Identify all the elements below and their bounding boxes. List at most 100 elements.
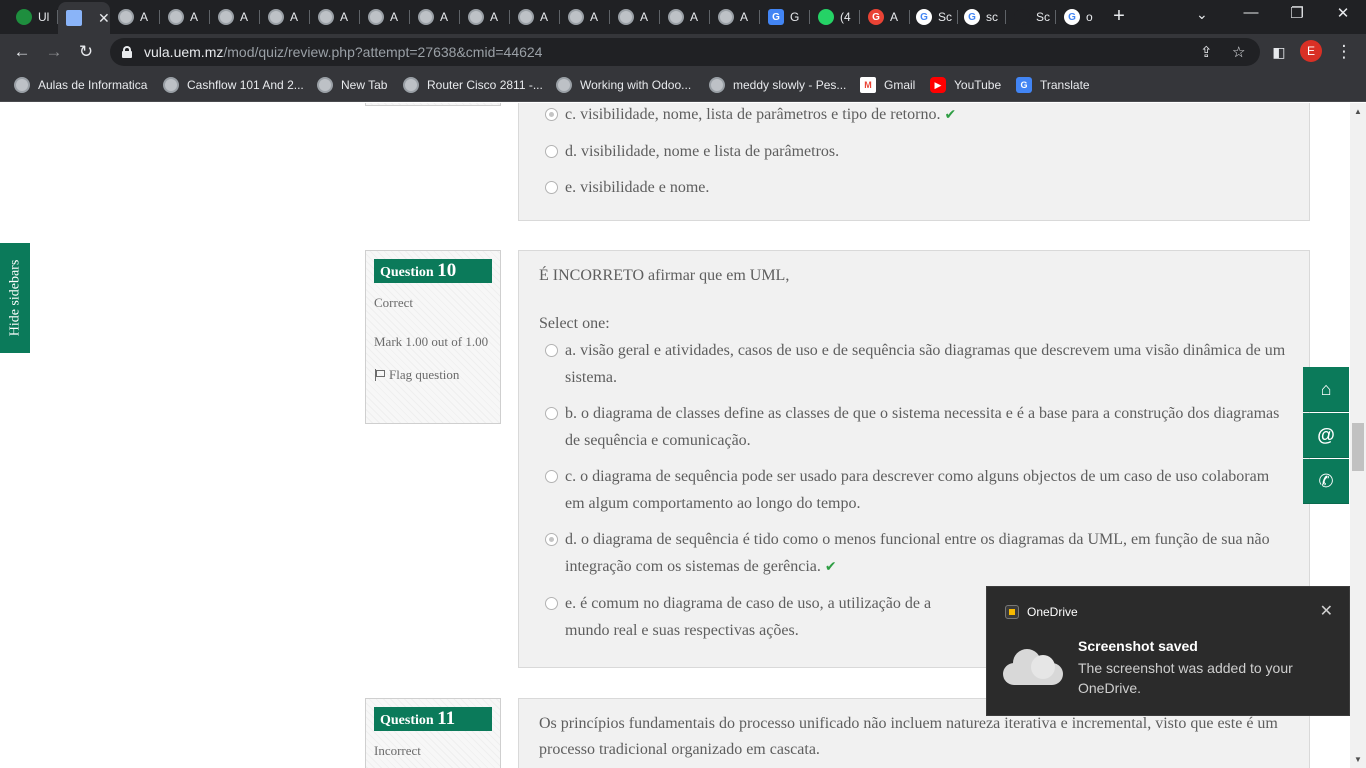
gmail-icon: M xyxy=(860,77,876,93)
browser-tab[interactable]: Go xyxy=(1056,4,1100,30)
bookmark-item[interactable]: Working with Odoo... xyxy=(556,77,691,93)
tab-title: Sc xyxy=(938,10,953,24)
menu-icon[interactable]: ⋮ xyxy=(1332,40,1356,64)
bookmark-item[interactable]: M Gmail xyxy=(860,77,915,93)
browser-tab[interactable]: A xyxy=(510,4,560,30)
scrollbar-thumb[interactable] xyxy=(1352,423,1364,471)
bookmark-item[interactable]: G Translate xyxy=(1016,77,1090,93)
flag-question-link[interactable]: Flag question xyxy=(374,367,492,383)
bookmark-star-icon[interactable]: ☆ xyxy=(1232,43,1245,61)
onedrive-notification[interactable]: OneDrive ✕ Screenshot saved The screensh… xyxy=(986,586,1350,716)
globe-icon xyxy=(718,9,734,25)
browser-tab[interactable]: A xyxy=(460,4,510,30)
browser-tab[interactable]: A xyxy=(660,4,710,30)
bookmark-label: YouTube xyxy=(954,78,1002,92)
globe-icon xyxy=(268,9,284,25)
globe-icon xyxy=(317,77,333,93)
bookmark-item[interactable]: Router Cisco 2811 -... xyxy=(403,77,543,93)
answer-option[interactable]: c. o diagrama de sequência pode ser usad… xyxy=(539,463,1289,517)
browser-tab[interactable]: A xyxy=(160,4,210,30)
radio[interactable] xyxy=(545,597,558,610)
bookmark-label: Gmail xyxy=(884,78,916,92)
scroll-down-icon[interactable]: ▼ xyxy=(1354,755,1362,764)
share-icon[interactable]: ⇪ xyxy=(1200,43,1213,61)
browser-tab[interactable]: A xyxy=(210,4,260,30)
close-icon[interactable]: ✕ xyxy=(1320,601,1333,621)
texture-icon xyxy=(66,10,82,26)
forward-icon[interactable]: → xyxy=(42,40,66,64)
globe-icon xyxy=(518,9,534,25)
browser-tab-active[interactable]: ✕ xyxy=(58,2,110,34)
hide-sidebars-button[interactable]: Hide sidebars xyxy=(0,243,30,353)
bookmark-label: Translate xyxy=(1040,78,1090,92)
browser-tab[interactable]: (4 xyxy=(810,4,860,30)
question-info: Question 11 Incorrect xyxy=(365,698,501,768)
browser-toolbar: ← → ↻ vula.uem.mz /mod/quiz/review.php?a… xyxy=(0,34,1366,70)
minimize-icon[interactable]: — xyxy=(1228,4,1274,21)
answer-option[interactable]: c. visibilidade, nome, lista de parâmetr… xyxy=(539,103,1289,129)
bookmark-item[interactable]: Cashflow 101 And 2... xyxy=(163,77,304,93)
radio-selected[interactable] xyxy=(545,533,558,546)
browser-tab[interactable]: Sc xyxy=(1006,4,1056,30)
home-button[interactable]: ⌂ xyxy=(1303,367,1349,412)
bookmark-item[interactable]: meddy slowly - Pes... xyxy=(709,77,846,93)
question-label: Question xyxy=(380,713,434,728)
tab-title: sc xyxy=(986,10,998,24)
tab-search-icon[interactable]: ⌄ xyxy=(1196,6,1208,23)
globe-icon xyxy=(318,9,334,25)
browser-tab[interactable]: A xyxy=(560,4,610,30)
new-tab-button[interactable]: + xyxy=(1108,5,1130,28)
browser-tab[interactable]: A xyxy=(110,4,160,30)
answer-text: b. o diagrama de classes define as class… xyxy=(565,405,1280,449)
question-label: Question xyxy=(380,265,434,280)
bookmark-item[interactable]: New Tab xyxy=(317,77,387,93)
answer-option[interactable]: e. visibilidade e nome. xyxy=(539,174,1289,201)
browser-tab[interactable]: Gsc xyxy=(956,4,1006,30)
restore-icon[interactable]: ❐ xyxy=(1274,4,1320,22)
side-panel-icon[interactable]: ◧ xyxy=(1267,40,1291,64)
scroll-up-icon[interactable]: ▲ xyxy=(1354,107,1362,116)
reload-icon[interactable]: ↻ xyxy=(74,40,98,64)
avatar[interactable]: E xyxy=(1300,40,1322,62)
answer-option[interactable]: a. visão geral e atividades, casos de us… xyxy=(539,337,1289,391)
back-icon[interactable]: ← xyxy=(10,40,34,64)
browser-tab[interactable]: GA xyxy=(860,4,910,30)
bookmark-item[interactable]: ▶ YouTube xyxy=(930,77,1001,93)
answer-option[interactable]: b. o diagrama de classes define as class… xyxy=(539,400,1289,454)
browser-tab[interactable]: Ul xyxy=(8,4,58,30)
browser-tab[interactable]: A xyxy=(610,4,660,30)
address-bar[interactable]: vula.uem.mz /mod/quiz/review.php?attempt… xyxy=(110,38,1260,66)
phone-button[interactable]: ✆ xyxy=(1303,459,1349,504)
globe-icon xyxy=(556,77,572,93)
page-scrollbar[interactable]: ▲ ▼ xyxy=(1350,103,1366,768)
radio[interactable] xyxy=(545,181,558,194)
browser-tab[interactable]: GG xyxy=(760,4,810,30)
browser-tab[interactable]: G Sc xyxy=(908,4,958,30)
globe-icon xyxy=(168,9,184,25)
radio[interactable] xyxy=(545,470,558,483)
browser-tab[interactable]: A xyxy=(310,4,360,30)
answer-option[interactable]: d. o diagrama de sequência é tido como o… xyxy=(539,526,1289,581)
home-icon: ⌂ xyxy=(1320,378,1332,399)
answer-text: e. visibilidade e nome. xyxy=(565,179,710,196)
browser-tab[interactable]: A xyxy=(710,4,760,30)
globe-icon xyxy=(709,77,725,93)
globe-icon xyxy=(14,77,30,93)
question-number-value: 10 xyxy=(437,260,457,281)
browser-tab[interactable]: A xyxy=(360,4,410,30)
tab-strip: Ul ✕ A A A A A A A A A A A A A GG (4 GA … xyxy=(0,0,1366,34)
close-tab-icon[interactable]: ✕ xyxy=(98,10,110,27)
radio[interactable] xyxy=(545,407,558,420)
translate-icon: G xyxy=(768,9,784,25)
check-icon: ✔ xyxy=(944,107,957,123)
answer-option[interactable]: d. visibilidade, nome e lista de parâmet… xyxy=(539,138,1289,165)
browser-tab[interactable]: A xyxy=(410,4,460,30)
radio-selected[interactable] xyxy=(545,108,558,121)
radio[interactable] xyxy=(545,145,558,158)
radio[interactable] xyxy=(545,344,558,357)
email-button[interactable]: @ xyxy=(1303,413,1349,458)
globe-icon xyxy=(403,77,419,93)
close-window-icon[interactable]: ✕ xyxy=(1320,4,1366,22)
bookmark-item[interactable]: Aulas de Informatica xyxy=(14,77,147,93)
browser-tab[interactable]: A xyxy=(260,4,310,30)
